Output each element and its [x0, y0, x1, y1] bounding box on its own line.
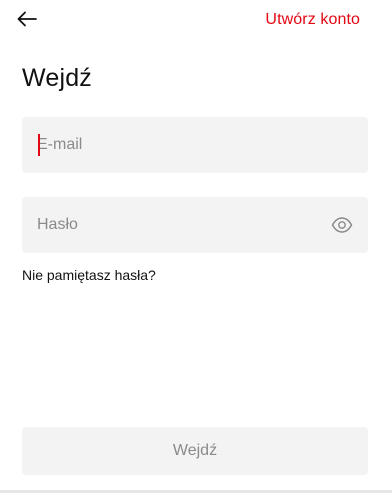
login-screen: Utwórz konto Wejdź Nie pamiętasz hasła? …: [0, 0, 392, 493]
password-field[interactable]: [22, 197, 368, 253]
login-button[interactable]: Wejdź: [22, 427, 368, 475]
forgot-password-link[interactable]: Nie pamiętasz hasła?: [22, 267, 156, 283]
arrow-left-icon: [17, 11, 37, 32]
eye-icon[interactable]: [330, 214, 354, 236]
create-account-link[interactable]: Utwórz konto: [265, 11, 360, 29]
page-title: Wejdź: [22, 64, 93, 92]
email-input[interactable]: [37, 117, 368, 173]
back-button[interactable]: [12, 6, 42, 36]
password-input[interactable]: [37, 197, 318, 253]
email-field[interactable]: [22, 117, 368, 173]
text-cursor: [38, 134, 40, 156]
